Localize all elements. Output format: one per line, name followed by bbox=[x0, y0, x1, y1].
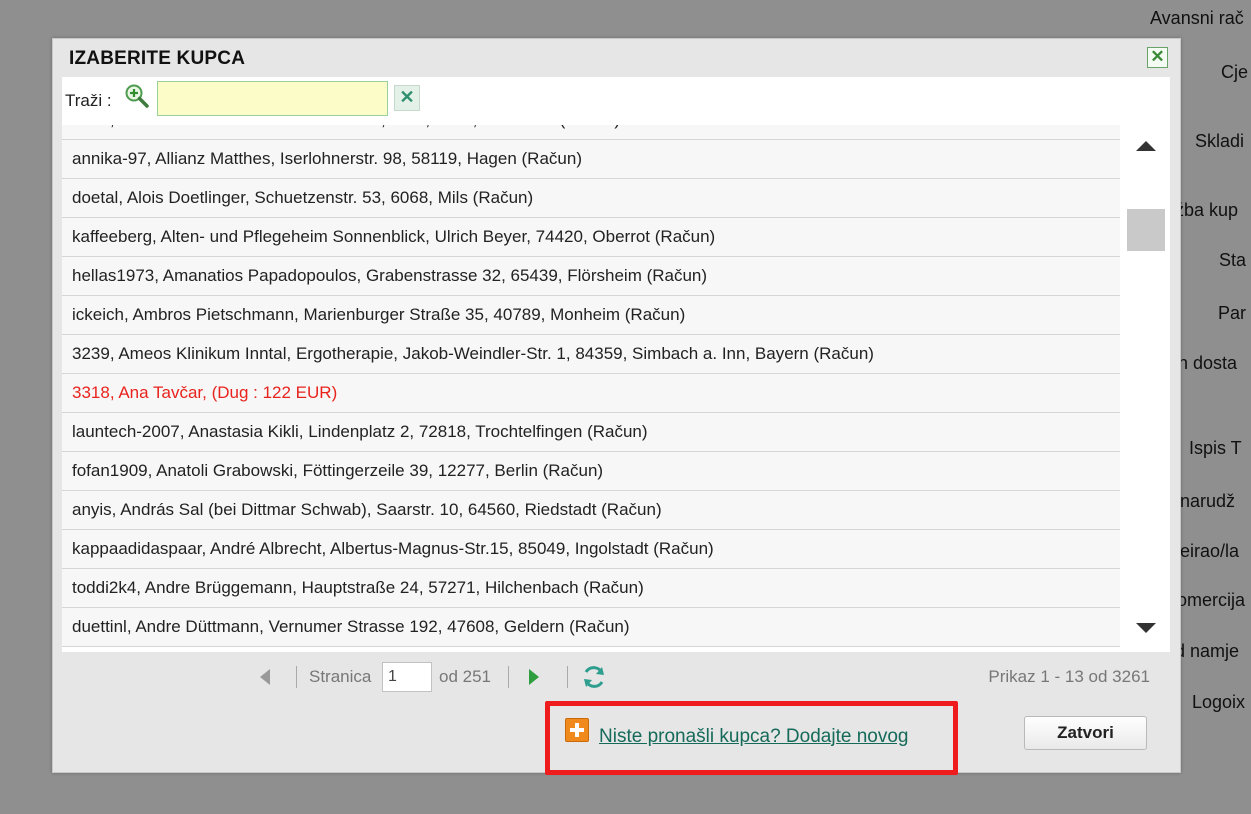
scroll-up-arrow-icon[interactable] bbox=[1136, 141, 1156, 151]
close-button[interactable]: Zatvori bbox=[1024, 716, 1147, 750]
page-label: Stranica bbox=[309, 667, 372, 686]
list-item[interactable]: anyis, András Sal (bei Dittmar Schwab), … bbox=[62, 491, 1120, 530]
records-info: Prikaz 1 - 13 od 3261 bbox=[988, 667, 1150, 686]
clear-x-icon[interactable]: ✕ bbox=[394, 85, 420, 111]
list-item[interactable]: kaffeeberg, Alten- und Pflegeheim Sonnen… bbox=[62, 218, 1120, 257]
search-label: Traži : bbox=[65, 91, 112, 110]
customer-rows: 3010, Alliance of Liberals and Democrats… bbox=[62, 125, 1120, 647]
pager-divider bbox=[567, 666, 568, 688]
bg-label: Skladi bbox=[1195, 131, 1245, 151]
bg-label: Sta bbox=[1219, 250, 1247, 270]
list-item[interactable]: 3239, Ameos Klinikum Inntal, Ergotherapi… bbox=[62, 335, 1120, 374]
list-item[interactable]: hellas1973, Amanatios Papadopoulos, Grab… bbox=[62, 257, 1120, 296]
list-item[interactable]: annika-97, Allianz Matthes, Iserlohnerst… bbox=[62, 140, 1120, 179]
customer-select-dialog: IZABERITE KUPCA ✕ Traži : ✕ 3010, Allian… bbox=[52, 38, 1181, 773]
list-item[interactable]: kappaadidaspaar, André Albrecht, Albertu… bbox=[62, 530, 1120, 569]
bg-label: Ispis T bbox=[1189, 438, 1242, 458]
pagination-bar: Stranica od 251 Prikaz 1 - 13 od 3261 bbox=[62, 652, 1170, 702]
page-total-label: od 251 bbox=[439, 667, 491, 686]
scroll-down-arrow-icon[interactable] bbox=[1136, 623, 1156, 633]
refresh-icon[interactable] bbox=[581, 664, 607, 690]
scroll-thumb[interactable] bbox=[1127, 209, 1165, 251]
list-item[interactable]: 3010, Alliance of Liberals and Democrats… bbox=[62, 125, 1120, 140]
bg-label: Cje bbox=[1221, 62, 1249, 82]
list-item[interactable]: ickeich, Ambros Pietschmann, Marienburge… bbox=[62, 296, 1120, 335]
next-page-icon[interactable] bbox=[529, 669, 539, 685]
pager-divider bbox=[296, 666, 297, 688]
list-item[interactable]: fofan1909, Anatoli Grabowski, Föttingerz… bbox=[62, 452, 1120, 491]
close-x-icon[interactable]: ✕ bbox=[1147, 47, 1168, 68]
bg-label: Logoix bbox=[1192, 692, 1246, 712]
list-item[interactable]: toddi2k4, Andre Brüggemann, Hauptstraße … bbox=[62, 569, 1120, 608]
customer-list: 3010, Alliance of Liberals and Democrats… bbox=[62, 125, 1170, 652]
list-item[interactable]: duettinl, Andre Düttmann, Vernumer Stras… bbox=[62, 608, 1120, 647]
page-number-input[interactable] bbox=[382, 662, 432, 692]
bg-label: Avansni rač bbox=[1150, 8, 1244, 28]
magnifier-plus-icon[interactable] bbox=[124, 83, 150, 109]
search-input[interactable] bbox=[157, 81, 388, 116]
list-item[interactable]: doetal, Alois Doetlinger, Schuetzenstr. … bbox=[62, 179, 1120, 218]
list-item[interactable]: launtech-2007, Anastasia Kikli, Lindenpl… bbox=[62, 413, 1120, 452]
highlight-box bbox=[545, 701, 958, 775]
pager-divider bbox=[508, 666, 509, 688]
list-item[interactable]: 3318, Ana Tavčar, (Dug : 122 EUR) bbox=[62, 374, 1120, 413]
dialog-title: IZABERITE KUPCA bbox=[69, 48, 246, 69]
prev-page-icon[interactable] bbox=[260, 669, 270, 685]
search-bar: Traži : ✕ bbox=[62, 77, 1170, 125]
list-scrollbar[interactable] bbox=[1120, 125, 1170, 652]
bg-label: Par bbox=[1218, 303, 1247, 323]
